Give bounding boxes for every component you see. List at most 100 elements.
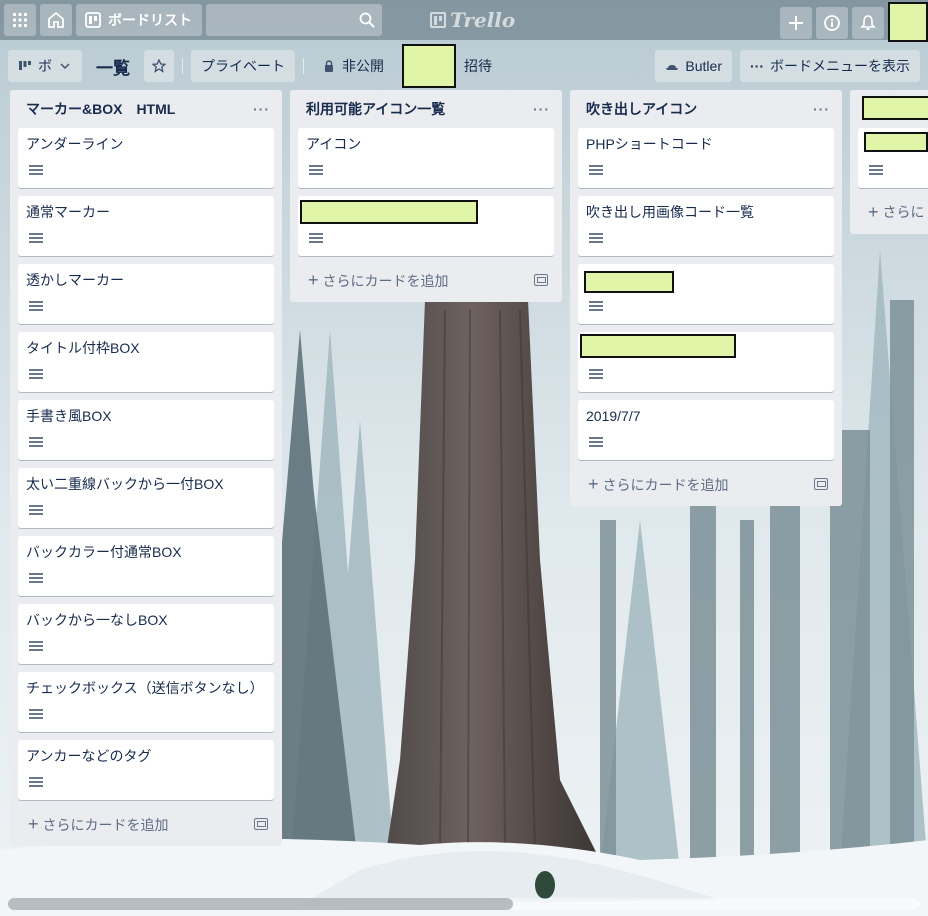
description-icon [29, 505, 43, 517]
view-label: ボ [38, 58, 52, 74]
plus-icon: + [308, 269, 319, 290]
card[interactable]: タイトル付枠BOX [18, 332, 274, 392]
info-icon [824, 15, 840, 31]
card[interactable]: 太い二重線バックから一付BOX [18, 468, 274, 528]
card[interactable]: バックカラー付通常BOX [18, 536, 274, 596]
show-menu-button[interactable]: ··· ボードメニューを表示 [740, 50, 920, 82]
lock-icon [325, 60, 333, 72]
card[interactable]: 通常マーカー [18, 196, 274, 256]
add-card-label-wrap: + さらにカードを追加 [28, 814, 169, 835]
board-horizontal-scrollbar[interactable] [8, 898, 920, 910]
divider [303, 58, 304, 74]
card-title: タイトル付枠BOX [26, 340, 140, 356]
card[interactable] [858, 128, 928, 188]
card-template-icon[interactable] [814, 478, 828, 490]
butler-button[interactable]: Butler [655, 50, 732, 82]
card[interactable]: アイコン [298, 128, 554, 188]
list-title[interactable]: 吹き出しアイコン [586, 99, 697, 119]
add-card-button[interactable]: + さらにカードを追加 [18, 808, 274, 840]
header-right-actions [780, 2, 928, 42]
create-button[interactable] [780, 7, 812, 39]
team-label: プライベート [201, 58, 285, 74]
notifications-button[interactable] [852, 7, 884, 39]
card-title: PHPショートコード [586, 136, 713, 152]
redacted-card-title [864, 132, 928, 152]
trello-logo-icon [430, 12, 446, 28]
team-button[interactable]: プライベート [191, 50, 295, 82]
description-icon [589, 437, 603, 449]
search-icon [359, 12, 375, 28]
top-header: ボードリスト Trello [0, 0, 928, 42]
list-menu-button[interactable]: ··· [813, 101, 830, 117]
redacted-card-title [580, 334, 736, 358]
star-icon [152, 59, 166, 73]
apps-button[interactable] [4, 4, 36, 36]
list-menu-button[interactable]: ··· [533, 101, 550, 117]
card-title: アンダーライン [26, 136, 124, 152]
invite-button[interactable]: 招待 [464, 56, 492, 76]
description-icon [29, 437, 43, 449]
list-menu-button[interactable]: ··· [253, 101, 270, 117]
card[interactable]: 透かしマーカー [18, 264, 274, 324]
plus-icon [789, 16, 803, 30]
board-view-icon [19, 61, 31, 70]
add-card-button[interactable]: + さらに [858, 196, 928, 228]
list-header[interactable]: 利用可能アイコン一覧 ··· [298, 90, 554, 128]
description-icon [29, 165, 43, 177]
show-menu-label: ボードメニューを表示 [770, 58, 910, 74]
description-icon [29, 301, 43, 313]
view-switcher-button[interactable]: ボ [8, 50, 82, 82]
list-header[interactable]: 吹き出しアイコン ··· [578, 90, 834, 128]
list-header[interactable] [858, 90, 928, 128]
boards-label: ボードリスト [108, 12, 192, 28]
description-icon [29, 641, 43, 653]
card[interactable]: アンダーライン [18, 128, 274, 188]
card[interactable]: 手書き風BOX [18, 400, 274, 460]
card[interactable] [578, 332, 834, 392]
butler-label: Butler [685, 58, 722, 74]
card-title: チェックボックス（送信ボタンなし） [26, 680, 264, 696]
card[interactable]: アンカーなどのタグ [18, 740, 274, 800]
description-icon [29, 777, 43, 789]
card[interactable]: バックから一なしBOX [18, 604, 274, 664]
trello-logo[interactable]: Trello [430, 8, 515, 32]
card[interactable] [298, 196, 554, 256]
description-icon [29, 233, 43, 245]
list-title[interactable]: 利用可能アイコン一覧 [306, 99, 445, 119]
star-button[interactable] [144, 50, 174, 82]
scrollbar-thumb[interactable] [8, 898, 513, 910]
card[interactable]: チェックボックス（送信ボタンなし） [18, 672, 274, 732]
description-icon [29, 709, 43, 721]
card-title: 太い二重線バックから一付BOX [26, 476, 224, 492]
card-title: 通常マーカー [26, 204, 110, 220]
add-card-button[interactable]: + さらにカードを追加 [578, 468, 834, 500]
card-title: アイコン [306, 136, 362, 152]
card[interactable]: 2019/7/7 [578, 400, 834, 460]
card[interactable]: 吹き出し用画像コード一覧 [578, 196, 834, 256]
search-input[interactable] [206, 4, 382, 36]
list-title[interactable]: マーカー&BOX HTML [26, 99, 175, 119]
avatar[interactable] [888, 2, 928, 42]
card[interactable] [578, 264, 834, 324]
card-template-icon[interactable] [254, 818, 268, 830]
list-header[interactable]: マーカー&BOX HTML ··· [18, 90, 274, 128]
member-avatar[interactable] [402, 44, 456, 88]
visibility-button[interactable]: 非公開 [312, 50, 394, 82]
add-card-label: さらに [882, 204, 925, 220]
card-title: 吹き出し用画像コード一覧 [586, 204, 754, 220]
card-title: バックカラー付通常BOX [26, 544, 182, 560]
add-card-label: さらにカードを追加 [42, 816, 169, 833]
add-card-button[interactable]: + さらにカードを追加 [298, 264, 554, 296]
info-button[interactable] [816, 7, 848, 39]
card[interactable]: PHPショートコード [578, 128, 834, 188]
description-icon [309, 165, 323, 177]
list: マーカー&BOX HTML ··· アンダーライン 通常マーカー 透かしマーカー… [10, 90, 282, 846]
home-button[interactable] [40, 4, 72, 36]
description-icon [589, 165, 603, 177]
redacted-card-title [584, 271, 674, 293]
card-template-icon[interactable] [534, 274, 548, 286]
redacted-card-title [300, 200, 478, 224]
board-title[interactable]: 一覧 [90, 54, 136, 79]
divider [182, 58, 183, 74]
boards-button[interactable]: ボードリスト [76, 4, 202, 36]
